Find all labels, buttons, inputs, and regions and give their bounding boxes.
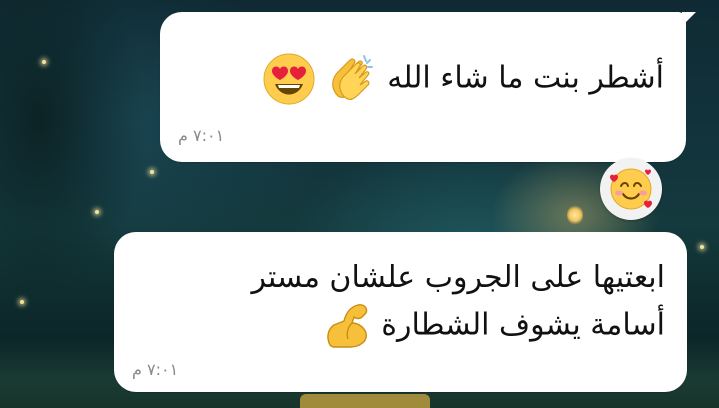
wallpaper-firefly bbox=[20, 300, 24, 304]
wallpaper-firefly bbox=[700, 245, 704, 249]
smiling-face-with-hearts-icon bbox=[610, 168, 652, 210]
message-1-text: أشطر بنت ما شاء الله bbox=[387, 60, 664, 96]
message-text-1: أشطر بنت ما شاء الله bbox=[248, 52, 664, 106]
message-bubble-2[interactable]: ابعتيها على الجروب علشان مستر أسامة يشوف… bbox=[114, 232, 687, 392]
message-2-line-2: أسامة يشوف الشطارة bbox=[381, 307, 665, 343]
message-reaction[interactable] bbox=[600, 158, 662, 220]
clapping-hands-icon bbox=[331, 55, 373, 100]
message-text-2: ابعتيها على الجروب علشان مستر أسامة يشوف… bbox=[251, 255, 665, 351]
wallpaper-firefly bbox=[150, 170, 154, 174]
message-2-timestamp: ٧:٠١ م bbox=[132, 360, 179, 379]
wallpaper-firefly bbox=[95, 210, 99, 214]
wallpaper-vehicle bbox=[300, 394, 430, 408]
bubble-tail bbox=[682, 12, 696, 26]
message-2-line-2-wrapper: أسامة يشوف الشطارة bbox=[251, 301, 665, 351]
message-1-emojis bbox=[262, 52, 378, 106]
heart-eyes-icon bbox=[263, 53, 315, 105]
wallpaper-firefly bbox=[42, 60, 46, 64]
message-1-timestamp: ٧:٠١ م bbox=[178, 126, 225, 145]
wallpaper-lantern bbox=[567, 205, 583, 225]
message-bubble-1[interactable]: أشطر بنت ما شاء الله ٧:٠١ م bbox=[160, 12, 696, 162]
flexed-biceps-icon bbox=[326, 304, 367, 348]
message-2-line-1: ابعتيها على الجروب علشان مستر bbox=[251, 260, 665, 295]
